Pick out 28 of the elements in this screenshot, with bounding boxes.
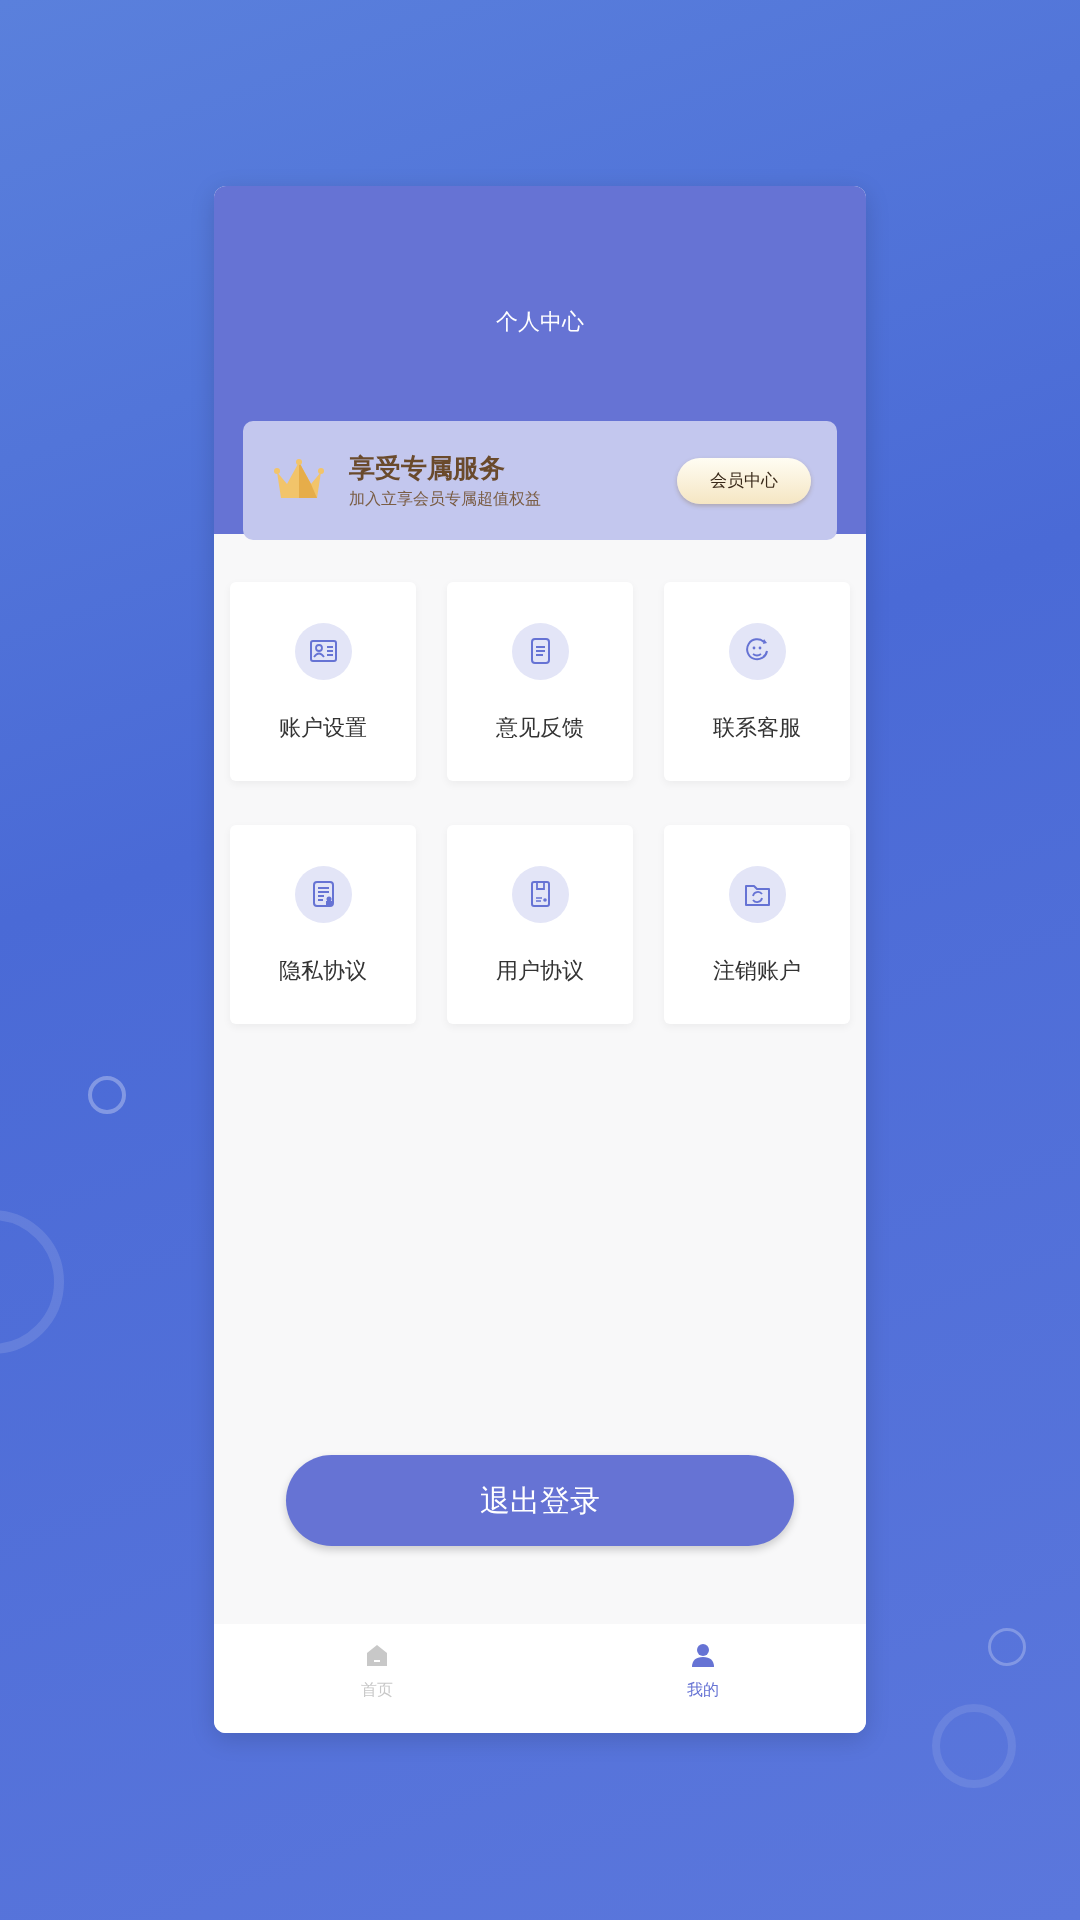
certificate-icon: [294, 866, 352, 923]
home-icon: [364, 1642, 390, 1668]
banner-subtitle: 加入立享会员专属超值权益: [349, 487, 541, 510]
id-card-icon: [294, 623, 352, 680]
banner-title: 享受专属服务: [349, 451, 506, 484]
menu-label: 注销账户: [713, 957, 801, 985]
document-icon: [511, 623, 569, 680]
menu-tile[interactable]: 账户设置: [230, 582, 416, 781]
member-center-button[interactable]: 会员中心: [677, 457, 811, 504]
menu-label: 账户设置: [279, 714, 367, 742]
page-title: 个人中心: [496, 308, 584, 336]
menu-label: 用户协议: [496, 957, 584, 985]
tab[interactable]: 我的: [540, 1624, 866, 1733]
logout-button[interactable]: 退出登录: [286, 1455, 794, 1546]
folder-icon: [728, 866, 786, 923]
menu-label: 隐私协议: [279, 957, 367, 985]
person-icon: [690, 1642, 716, 1668]
menu-tile[interactable]: 用户协议: [447, 825, 633, 1024]
menu-label: 联系客服: [713, 714, 801, 742]
smiley-icon: [728, 623, 786, 680]
menu-tile[interactable]: 联系客服: [664, 582, 850, 781]
menu-tile[interactable]: 意见反馈: [447, 582, 633, 781]
menu-label: 意见反馈: [496, 714, 584, 742]
ring-decoration: [88, 1076, 126, 1114]
menu-tile[interactable]: 隐私协议: [230, 825, 416, 1024]
file-icon: [511, 866, 569, 923]
menu-tile[interactable]: 注销账户: [664, 825, 850, 1024]
ring-decoration: [988, 1628, 1026, 1666]
